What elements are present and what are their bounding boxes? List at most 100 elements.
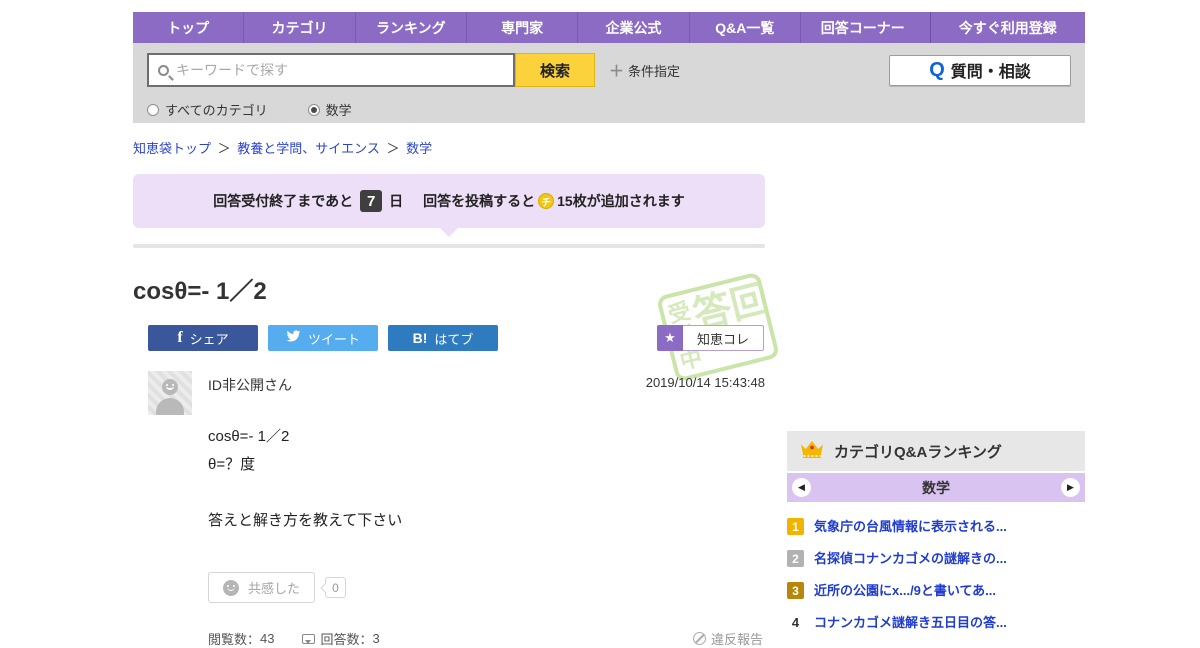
rank-badge-bronze: 3 — [787, 582, 804, 599]
nav-item-top[interactable]: トップ — [133, 12, 243, 43]
nav-item-answer-corner[interactable]: 回答コーナー — [799, 12, 925, 43]
ask-question-button[interactable]: Q 質問・相談 — [889, 54, 1071, 86]
ranking-link-2[interactable]: 名探偵コナンカゴメの謎解きの... — [814, 550, 1007, 567]
twitter-bird-icon — [286, 330, 301, 346]
q-logo-icon: Q — [929, 58, 945, 81]
question-datetime: 2019/10/14 15:43:48 — [645, 375, 765, 390]
nav-item-experts[interactable]: 専門家 — [465, 12, 577, 43]
question-line-3: 答えと解き方を教えて下さい — [208, 512, 403, 529]
user-avatar — [148, 371, 192, 415]
section-divider — [133, 244, 765, 248]
chie-collection-label: 知恵コレ — [682, 325, 764, 351]
advanced-search-link[interactable]: ＋ 条件指定 — [609, 60, 680, 81]
radio-math-category[interactable]: 数学 — [307, 100, 352, 119]
search-icon — [158, 64, 169, 76]
rank-badge-gold: 1 — [787, 518, 804, 535]
page-container: トップ カテゴリ ランキング 専門家 企業公式 Q&A一覧 回答コーナー 今すぐ… — [133, 12, 1085, 648]
empathy-button[interactable]: 共感した — [208, 572, 316, 603]
banner-suffix: 15枚が追加されます — [557, 193, 685, 209]
breadcrumb-separator: ＞ — [386, 141, 400, 156]
question-title: cosθ=- 1／2 — [133, 278, 267, 305]
banner-prefix: 回答受付終了まであと — [213, 193, 354, 209]
rank-badge-silver: 2 — [787, 550, 804, 567]
rank-badge-plain: 4 — [791, 615, 800, 630]
nav-item-register[interactable]: 今すぐ利用登録 — [929, 12, 1085, 43]
plus-icon: ＋ — [609, 62, 625, 80]
main-column: 受付中 回答 cosθ=- 1／2 f シェア ツイート — [133, 228, 781, 648]
days-remaining-badge: 7 — [360, 190, 383, 212]
radio-all-label: すべてのカテゴリ — [165, 103, 268, 118]
twitter-share-label: ツイート — [307, 331, 360, 347]
prev-category-button[interactable]: ◀ — [792, 478, 811, 497]
ranking-link-3[interactable]: 近所の公園にx.../9と書いてあ... — [814, 582, 996, 599]
advanced-search-label: 条件指定 — [628, 63, 681, 79]
ranking-item-4: 4 コナンカゴメ謎解き五日目の答... — [787, 614, 1085, 631]
banner-middle: 回答を投稿すると — [423, 193, 536, 209]
search-button[interactable]: 検索 — [515, 53, 595, 87]
star-icon: ★ — [656, 325, 683, 351]
ranking-header: カテゴリQ&Aランキング — [787, 431, 1085, 471]
view-count-value: 43 — [260, 631, 275, 646]
hatena-label: はてブ — [434, 331, 474, 347]
chie-collection-button[interactable]: ★ 知恵コレ — [656, 325, 764, 351]
radio-checked-icon — [307, 103, 320, 116]
radio-unchecked-icon — [147, 103, 159, 116]
empathy-count-badge: 0 — [325, 577, 347, 598]
empathy-label: 共感した — [248, 581, 301, 596]
ranking-item-3: 3 近所の公園にx.../9と書いてあ... — [787, 582, 1085, 599]
crown-icon — [799, 439, 825, 464]
report-label: 違反報告 — [710, 632, 763, 647]
report-icon — [692, 632, 706, 645]
view-count: 閲覧数： 43 — [208, 629, 274, 648]
twitter-share-button[interactable]: ツイート — [268, 325, 378, 351]
question-line-2: θ=？度 — [208, 456, 256, 473]
facebook-share-label: シェア — [189, 331, 229, 347]
coin-icon: チ — [538, 193, 555, 209]
search-header: 検索 ＋ 条件指定 Q 質問・相談 すべてのカテゴリ 数学 — [133, 43, 1085, 123]
nav-item-official[interactable]: 企業公式 — [577, 12, 688, 43]
question-card: 受付中 回答 cosθ=- 1／2 f シェア ツイート — [133, 271, 781, 648]
ranking-link-4[interactable]: コナンカゴメ謎解き五日目の答... — [814, 614, 1007, 631]
hatena-bookmark-button[interactable]: B! はてブ — [388, 325, 498, 351]
next-category-button[interactable]: ▶ — [1061, 478, 1080, 497]
answer-count: 回答数： 3 — [302, 629, 380, 648]
answer-deadline-banner: 回答受付終了まであと 7 日 回答を投稿すると チ 15枚が追加されます — [133, 174, 765, 237]
ranking-title: カテゴリQ&Aランキング — [834, 443, 1002, 461]
ranking-category-bar: ◀ 数学 ▶ — [787, 473, 1085, 502]
radio-math-label: 数学 — [325, 103, 352, 118]
ranking-link-1[interactable]: 気象庁の台風情報に表示される... — [814, 518, 1007, 535]
search-input[interactable] — [176, 62, 504, 78]
search-box — [147, 53, 515, 87]
smiley-icon — [223, 579, 239, 596]
ranking-item-1: 1 気象庁の台風情報に表示される... — [787, 518, 1085, 535]
ranking-list: 1 気象庁の台風情報に表示される... 2 名探偵コナンカゴメの謎解きの... … — [787, 502, 1085, 631]
answer-count-value: 3 — [372, 631, 380, 646]
banner-day-unit: 日 — [389, 193, 404, 209]
ask-question-label: 質問・相談 — [950, 64, 1031, 81]
top-nav: トップ カテゴリ ランキング 専門家 企業公式 Q&A一覧 回答コーナー 今すぐ… — [133, 12, 1085, 43]
nav-item-category[interactable]: カテゴリ — [243, 12, 354, 43]
breadcrumb-separator: ＞ — [217, 141, 231, 156]
hatena-icon: B! — [412, 330, 428, 346]
avatar-smile — [166, 385, 174, 390]
facebook-icon: f — [177, 329, 183, 346]
question-author: ID非公開さん — [208, 377, 292, 393]
report-violation-link[interactable]: 違反報告 — [692, 629, 763, 648]
answer-count-label: 回答数： — [320, 632, 373, 647]
question-line-1: cosθ=- 1／2 — [208, 428, 290, 445]
view-count-label: 閲覧数： — [208, 632, 261, 647]
breadcrumb: 知恵袋トップ ＞ 教養と学問、サイエンス ＞ 数学 — [133, 138, 1085, 157]
radio-all-categories[interactable]: すべてのカテゴリ — [147, 100, 268, 119]
ranking-item-2: 2 名探偵コナンカゴメの謎解きの... — [787, 550, 1085, 567]
answer-bubble-icon — [302, 633, 316, 644]
breadcrumb-home-link[interactable]: 知恵袋トップ — [133, 141, 211, 156]
breadcrumb-math-link[interactable]: 数学 — [406, 141, 432, 156]
nav-item-qa-list[interactable]: Q&A一覧 — [688, 12, 800, 43]
facebook-share-button[interactable]: f シェア — [148, 325, 258, 351]
question-body: cosθ=- 1／2 θ=？度 答えと解き方を教えて下さい — [208, 423, 765, 535]
nav-item-ranking[interactable]: ランキング — [354, 12, 466, 43]
ranking-category-label: 数学 — [922, 479, 950, 496]
breadcrumb-science-link[interactable]: 教養と学問、サイエンス — [237, 141, 380, 156]
sidebar: カテゴリQ&Aランキング ◀ 数学 ▶ 1 気象庁の台風情報に表示される... … — [787, 228, 1085, 648]
